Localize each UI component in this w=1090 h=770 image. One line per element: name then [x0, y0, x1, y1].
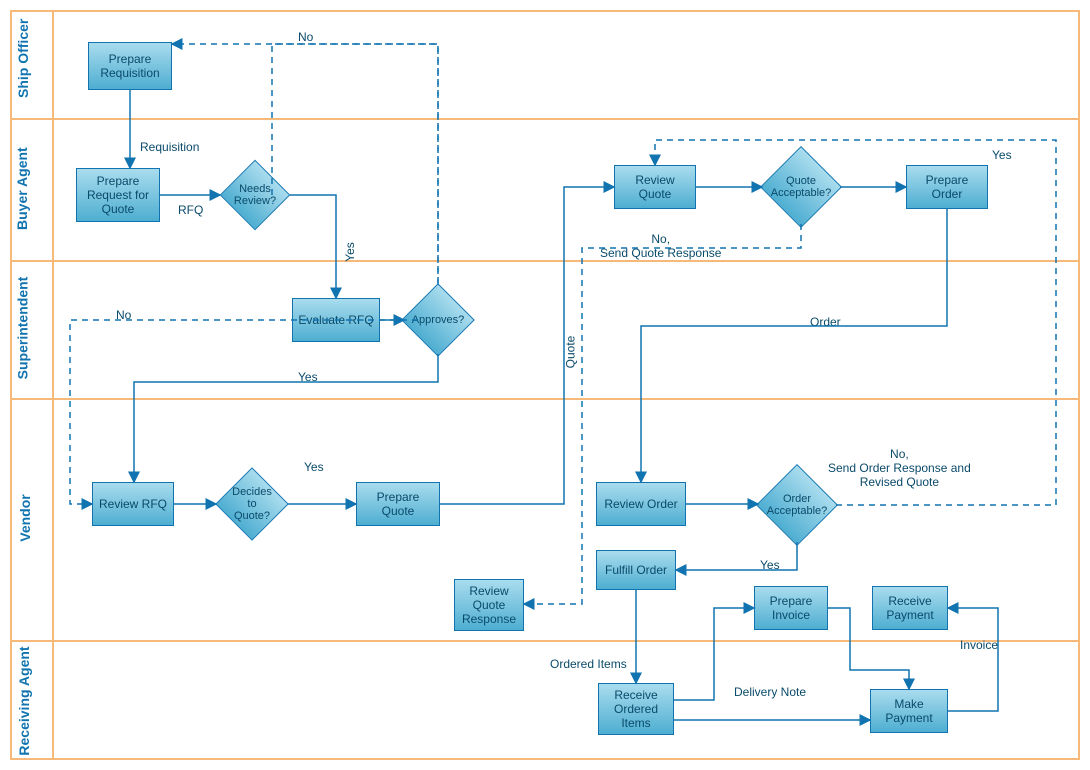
label-ordered-items: Ordered Items	[550, 657, 627, 671]
label-order-accept-no: No, Send Order Response and Revised Quot…	[828, 447, 971, 489]
node-fulfill-order: Fulfill Order	[596, 550, 676, 590]
node-review-quote-response: Review Quote Response	[454, 579, 524, 631]
label-invoice: Invoice	[960, 638, 998, 652]
lane-sep-2	[10, 260, 1080, 262]
node-receive-payment: Receive Payment	[872, 586, 948, 630]
label-decides-yes: Yes	[304, 460, 324, 474]
label-quote-accept-no: No, Send Quote Response	[600, 232, 721, 260]
label-quote: Quote	[563, 336, 577, 369]
node-receive-ordered-items: Receive Ordered Items	[598, 683, 674, 735]
label-delivery-note: Delivery Note	[734, 685, 806, 699]
label-approves-yes: Yes	[298, 370, 318, 384]
lane-sep-3	[10, 398, 1080, 400]
lane-label-1: Buyer Agent	[14, 150, 30, 230]
lane-sep-1	[10, 118, 1080, 120]
node-prepare-order: Prepare Order	[906, 165, 988, 209]
node-decides-to-quote: Decides to Quote?	[226, 478, 278, 530]
label-requisition: Requisition	[140, 140, 199, 154]
node-approves: Approves?	[412, 294, 464, 346]
lane-label-2: Superintendent	[15, 276, 31, 381]
node-review-quote: Review Quote	[614, 165, 696, 209]
lane-label-4: Receiving Agent	[16, 641, 32, 761]
label-quote-accept-yes: Yes	[992, 148, 1012, 162]
node-order-acceptable: Order Acceptable?	[768, 476, 826, 534]
node-quote-acceptable: Quote Acceptable?	[772, 158, 830, 216]
lane-label-0: Ship Officer	[15, 28, 31, 98]
node-needs-review: Needs Review?	[230, 170, 280, 220]
node-prepare-rfq: Prepare Request for Quote	[76, 168, 160, 222]
label-order-accept-yes: Yes	[760, 558, 780, 572]
node-review-rfq: Review RFQ	[92, 482, 174, 526]
label-needs-review-no: No	[298, 30, 313, 44]
diagram-frame	[10, 10, 1080, 760]
node-prepare-requisition: Prepare Requisition	[88, 42, 172, 90]
node-prepare-invoice: Prepare Invoice	[754, 586, 828, 630]
label-order: Order	[810, 315, 841, 329]
node-review-order: Review Order	[596, 482, 686, 526]
label-needs-review-yes: Yes	[343, 242, 357, 262]
lane-label-3: Vendor	[17, 493, 33, 543]
swimlane-diagram: Ship Officer Buyer Agent Superintendent …	[0, 0, 1090, 770]
node-evaluate-rfq: Evaluate RFQ	[292, 298, 380, 342]
label-rfq: RFQ	[178, 203, 203, 217]
lane-sep-4	[10, 640, 1080, 642]
label-approves-no: No	[116, 308, 131, 322]
node-make-payment: Make Payment	[870, 689, 948, 733]
node-prepare-quote: Prepare Quote	[356, 482, 440, 526]
